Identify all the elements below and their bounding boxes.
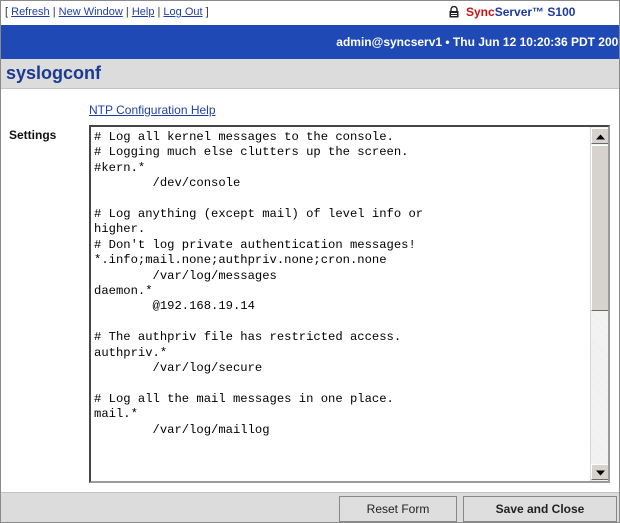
ntp-help-link[interactable]: NTP Configuration Help xyxy=(89,103,216,117)
vertical-scrollbar[interactable] xyxy=(590,127,608,481)
header-bar: admin@syncserv1 • Thu Jun 12 10:20:36 PD… xyxy=(1,25,620,59)
brand-name: SyncServer™ S100 xyxy=(466,5,575,19)
top-link-bar: [ Refresh | New Window | Help | Log Out … xyxy=(1,1,619,25)
separator: | xyxy=(52,6,56,18)
browser-window: [ Refresh | New Window | Help | Log Out … xyxy=(0,0,620,523)
arrow-down-icon xyxy=(595,463,605,481)
top-links: [ Refresh | New Window | Help | Log Out … xyxy=(5,6,209,18)
brand-logo: SyncServer™ S100 xyxy=(448,5,575,19)
new-window-link[interactable]: New Window xyxy=(59,6,123,18)
bracket-open: [ xyxy=(5,6,9,18)
action-bar: Reset Form Save and Close xyxy=(1,492,619,522)
user-status: admin@syncserv1 • Thu Jun 12 10:20:36 PD… xyxy=(336,35,620,49)
scroll-up-button[interactable] xyxy=(591,127,608,145)
brand-sync: Sync xyxy=(466,5,495,19)
arrow-up-icon xyxy=(595,127,605,145)
bracket-close: ] xyxy=(205,6,209,18)
lock-icon xyxy=(448,5,460,18)
separator: | xyxy=(125,6,129,18)
title-bar: syslogconf xyxy=(1,59,619,89)
settings-textarea[interactable]: # Log all kernel messages to the console… xyxy=(89,125,610,483)
scroll-thumb[interactable] xyxy=(591,145,608,311)
config-text[interactable]: # Log all kernel messages to the console… xyxy=(94,130,586,438)
help-link[interactable]: Help xyxy=(132,6,155,18)
logout-link[interactable]: Log Out xyxy=(163,6,202,18)
reset-form-button[interactable]: Reset Form xyxy=(339,496,457,522)
save-and-close-button[interactable]: Save and Close xyxy=(463,496,617,522)
settings-label: Settings xyxy=(9,128,57,142)
separator: | xyxy=(157,6,161,18)
brand-server: Server™ S100 xyxy=(494,5,576,19)
refresh-link[interactable]: Refresh xyxy=(11,6,50,18)
page-title: syslogconf xyxy=(6,63,102,83)
scroll-down-button[interactable] xyxy=(591,463,608,481)
